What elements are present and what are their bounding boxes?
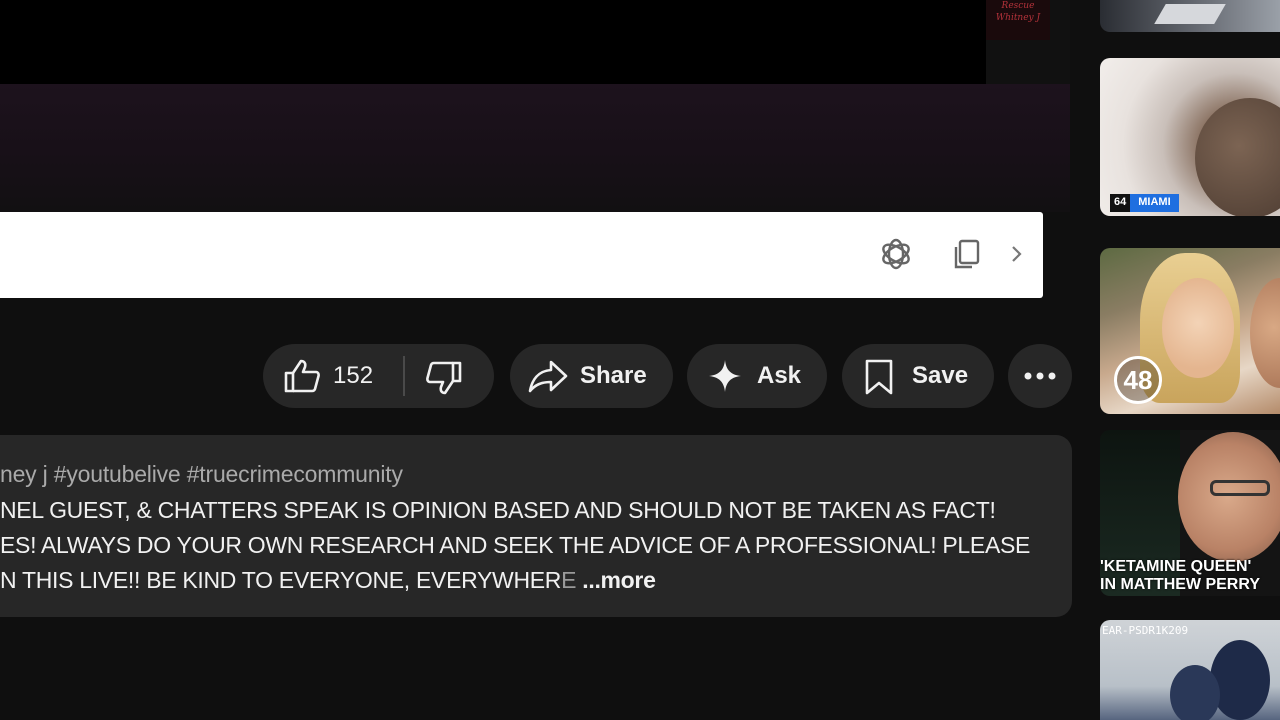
watermark-text: Rescue Whitney J [995, 1, 1041, 23]
player-watermark: Rescue Whitney J [986, 0, 1050, 40]
recommended-video-thumbnail[interactable]: EAR-PSDR1K209 [1100, 620, 1280, 720]
person-face-2 [1250, 278, 1280, 388]
ambient-band [0, 84, 1070, 212]
recommended-video-thumbnail[interactable]: 48 [1100, 248, 1280, 414]
news-channel-badge: 64 MIAMI [1110, 194, 1179, 212]
thumbnail-overlay-text: EAR-PSDR1K209 [1102, 624, 1189, 637]
channel-number-badge: 48 [1114, 356, 1162, 404]
share-label: Share [580, 362, 647, 389]
thumb-detail [1154, 4, 1226, 24]
ask-button[interactable]: Ask [687, 344, 827, 408]
channel-number: 64 [1110, 194, 1131, 212]
description-line: ES! ALWAYS DO YOUR OWN RESEARCH AND SEEK… [0, 532, 1031, 558]
extension-bar [0, 212, 1043, 298]
more-actions-button[interactable] [1008, 344, 1072, 408]
openai-icon[interactable] [876, 234, 916, 274]
share-button[interactable]: Share [510, 344, 673, 408]
share-arrow-icon [528, 359, 568, 393]
person-figure [1170, 665, 1220, 720]
sparkle-icon [707, 358, 743, 394]
chevron-right-icon[interactable] [998, 234, 1034, 274]
description-text: N THIS LIVE!! BE KIND TO EVERYONE, EVERY… [0, 567, 562, 593]
person-figure [1210, 640, 1270, 720]
description-hashtags[interactable]: ney j #youtubelive #truecrimecommunity [0, 461, 403, 488]
thumbnail-caption: 'KETAMINE QUEEN' [1100, 558, 1252, 575]
glasses [1210, 480, 1270, 496]
channel-city: MIAMI [1130, 194, 1179, 212]
copy-icon[interactable] [946, 234, 986, 274]
ask-label: Ask [757, 362, 802, 389]
cat-shape [1195, 98, 1280, 216]
thumbs-up-icon [283, 358, 321, 394]
more-horizontal-icon [1024, 367, 1056, 385]
like-button[interactable]: 152 [263, 344, 403, 408]
thumbnail-caption: IN MATTHEW PERRY [1100, 576, 1260, 593]
video-player[interactable] [0, 0, 986, 84]
dislike-button[interactable] [405, 344, 494, 408]
person-face [1178, 432, 1280, 562]
show-more-link[interactable]: ...more [582, 567, 656, 593]
save-button[interactable]: Save [842, 344, 994, 408]
description-fade-text: E [561, 567, 577, 593]
bookmark-icon [864, 358, 894, 396]
like-count: 152 [333, 362, 374, 389]
recommended-video-thumbnail[interactable]: 'KETAMINE QUEEN' IN MATTHEW PERRY [1100, 430, 1280, 596]
recommended-video-thumbnail[interactable]: 64 MIAMI [1100, 58, 1280, 216]
thumbs-down-icon [425, 360, 463, 396]
description-line-last: N THIS LIVE!! BE KIND TO EVERYONE, EVERY… [0, 567, 656, 594]
recommended-video-thumbnail[interactable] [1100, 0, 1280, 32]
like-dislike-group: 152 [263, 344, 494, 408]
video-description[interactable]: ney j #youtubelive #truecrimecommunity N… [0, 435, 1072, 617]
save-label: Save [912, 362, 969, 389]
person-face [1162, 278, 1234, 378]
description-line: NEL GUEST, & CHATTERS SPEAK IS OPINION B… [0, 497, 996, 523]
